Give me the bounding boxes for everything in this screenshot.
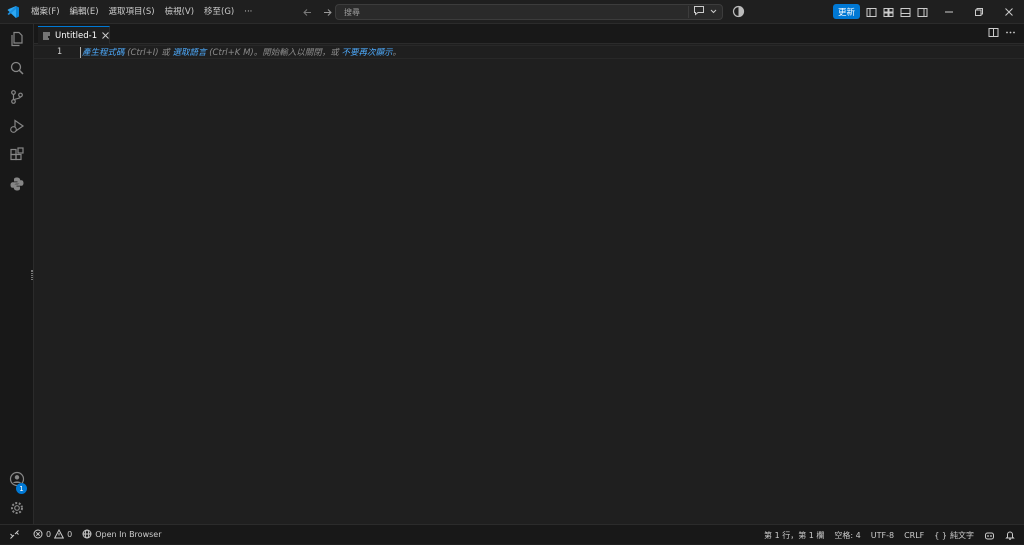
- copilot-status-icon[interactable]: [979, 525, 1000, 545]
- customize-layout-icon[interactable]: [881, 5, 895, 19]
- close-window-icon[interactable]: [994, 0, 1024, 24]
- status-bar: 0 0 Open In Browser 第 1 行，第 1 欄 空格: 4 UT…: [0, 524, 1024, 544]
- remote-indicator-icon[interactable]: [0, 525, 28, 545]
- update-button[interactable]: 更新: [833, 4, 860, 19]
- warning-count: 0: [67, 530, 73, 539]
- vscode-logo-icon: [0, 0, 26, 24]
- error-icon: [33, 529, 43, 541]
- search-icon[interactable]: [0, 53, 34, 82]
- close-tab-icon[interactable]: [101, 29, 110, 43]
- menu-bar: 檔案(F) 編輯(E) 選取項目(S) 檢視(V) 移至(G) ···: [26, 0, 257, 24]
- layout-controls: [864, 0, 929, 24]
- hint-generate-shortcut: (Ctrl+I) 或: [124, 48, 173, 58]
- copilot-icon[interactable]: [732, 5, 746, 19]
- source-control-icon[interactable]: [0, 82, 34, 111]
- menu-more[interactable]: ···: [239, 0, 257, 24]
- command-center-search[interactable]: 搜尋: [335, 4, 723, 20]
- menu-view[interactable]: 檢視(V): [160, 0, 199, 24]
- run-debug-icon[interactable]: [0, 111, 34, 140]
- activity-bar: [0, 24, 34, 524]
- globe-icon: [82, 529, 92, 541]
- restore-icon[interactable]: [964, 0, 994, 24]
- hint-end: 。: [392, 48, 401, 58]
- empty-editor-hint: 產生程式碼 (Ctrl+I) 或 選取語言 (Ctrl+K M)。開始輸入以關閉…: [82, 46, 401, 58]
- language-label: 純文字: [950, 530, 974, 540]
- manage-update-badge: 1: [16, 483, 27, 494]
- editor-actions: [988, 24, 1024, 44]
- forward-arrow-icon[interactable]: [320, 5, 334, 19]
- toggle-primary-sidebar-icon[interactable]: [864, 5, 878, 19]
- chat-icon[interactable]: [693, 5, 705, 19]
- search-placeholder: 搜尋: [344, 7, 360, 17]
- search-separator: [688, 6, 689, 18]
- select-language-link[interactable]: 選取語言: [173, 48, 207, 58]
- end-of-line[interactable]: CRLF: [899, 525, 929, 545]
- open-in-browser-item[interactable]: Open In Browser: [77, 525, 166, 545]
- error-count: 0: [46, 530, 52, 539]
- language-mode[interactable]: { } 純文字: [929, 525, 979, 545]
- title-bar: 檔案(F) 編輯(E) 選取項目(S) 檢視(V) 移至(G) ··· 搜尋 更…: [0, 0, 1024, 24]
- menu-edit[interactable]: 編輯(E): [65, 0, 104, 24]
- chevron-down-icon[interactable]: [709, 5, 718, 19]
- encoding[interactable]: UTF-8: [866, 525, 899, 545]
- indentation[interactable]: 空格: 4: [829, 525, 865, 545]
- status-bar-right: 第 1 行，第 1 欄 空格: 4 UTF-8 CRLF { } 純文字: [759, 525, 1020, 545]
- toggle-secondary-sidebar-icon[interactable]: [915, 5, 929, 19]
- line-number: 1: [56, 47, 62, 57]
- warning-icon: [53, 528, 65, 541]
- open-in-browser-label: Open In Browser: [95, 530, 162, 539]
- explorer-icon[interactable]: [0, 24, 34, 53]
- split-editor-icon[interactable]: [988, 27, 999, 41]
- python-icon[interactable]: [0, 169, 34, 198]
- editor-line[interactable]: 1 產生程式碼 (Ctrl+I) 或 選取語言 (Ctrl+K M)。開始輸入以…: [34, 45, 1024, 59]
- tab-untitled-1[interactable]: Untitled-1: [38, 26, 110, 44]
- menu-file[interactable]: 檔案(F): [26, 0, 65, 24]
- generate-code-link[interactable]: 產生程式碼: [82, 48, 125, 58]
- manage-gear-icon[interactable]: [0, 493, 34, 522]
- cursor-position[interactable]: 第 1 行，第 1 欄: [759, 525, 829, 545]
- nav-arrows: [300, 0, 334, 24]
- more-actions-icon[interactable]: [1005, 27, 1016, 41]
- editor-area: Untitled-1 1 產生程式碼 (Ctrl+I) 或 選取語言 (Ctrl…: [31, 24, 1024, 524]
- minimize-icon[interactable]: [934, 0, 964, 24]
- toggle-panel-icon[interactable]: [898, 5, 912, 19]
- text-file-icon: [42, 29, 51, 43]
- hint-language-shortcut: (Ctrl+K M)。開始輸入以關閉，或: [206, 48, 342, 58]
- tab-label: Untitled-1: [55, 30, 98, 41]
- notifications-bell-icon[interactable]: [1000, 525, 1020, 545]
- window-controls: [934, 0, 1024, 24]
- back-arrow-icon[interactable]: [300, 5, 314, 19]
- tab-bar: Untitled-1: [34, 24, 1024, 44]
- menu-selection[interactable]: 選取項目(S): [104, 0, 160, 24]
- dont-show-again-link[interactable]: 不要再次顯示: [341, 48, 392, 58]
- menu-go[interactable]: 移至(G): [199, 0, 239, 24]
- braces-icon: { }: [934, 530, 947, 540]
- sidebar-sash[interactable]: [31, 270, 33, 280]
- text-cursor: [80, 46, 81, 58]
- problems-indicator[interactable]: 0 0: [28, 525, 77, 545]
- extensions-icon[interactable]: [0, 140, 34, 169]
